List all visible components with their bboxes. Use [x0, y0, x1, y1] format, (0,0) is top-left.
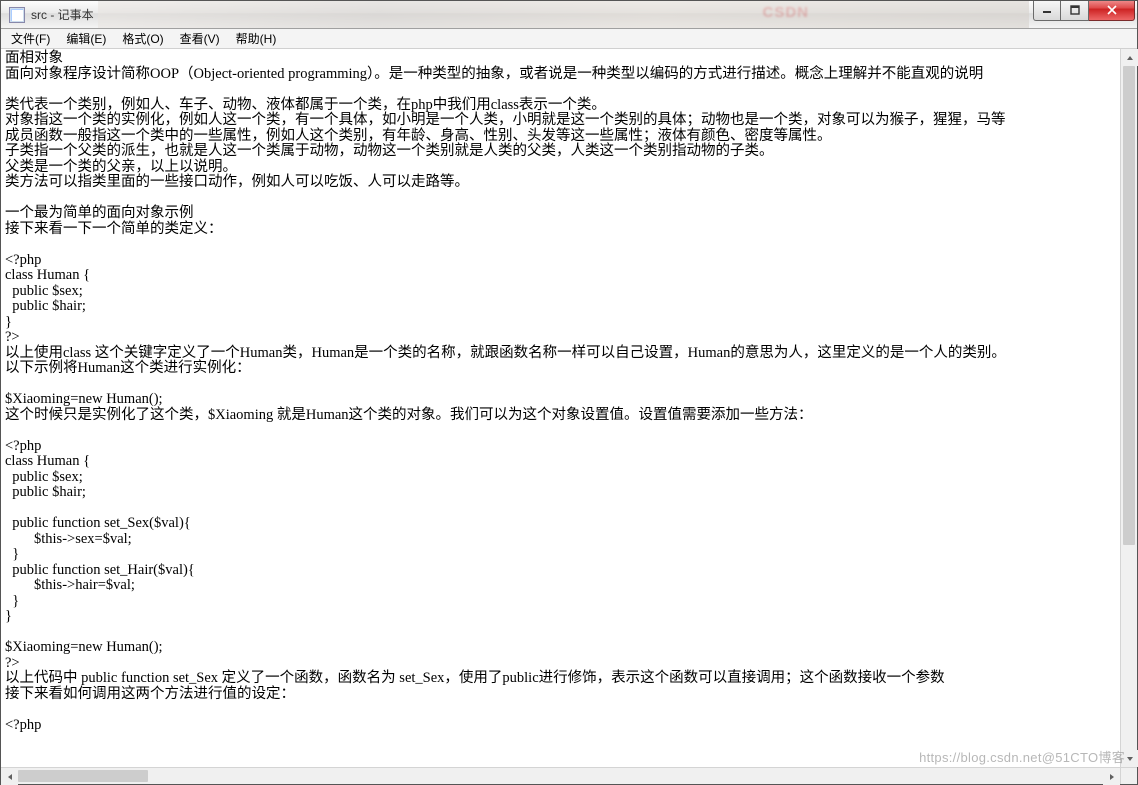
menu-view[interactable]: 查看(V) — [172, 29, 228, 48]
scroll-up-button[interactable] — [1121, 49, 1138, 66]
notepad-window: src - 记事本 文件(F) 编辑(E) 格式(O) 查看(V) 帮助(H) … — [1, 1, 1137, 784]
vertical-scrollbar[interactable] — [1120, 49, 1137, 767]
aero-glass-area — [98, 1, 1029, 28]
menu-format[interactable]: 格式(O) — [114, 29, 171, 48]
vertical-scroll-thumb[interactable] — [1123, 66, 1135, 545]
editor-area: 面相对象 面向对象程序设计简称OOP（Object-oriented progr… — [1, 49, 1137, 784]
notepad-icon — [9, 7, 25, 23]
window-title: src - 记事本 — [31, 6, 94, 23]
scroll-corner — [1120, 767, 1137, 784]
title-bar[interactable]: src - 记事本 — [1, 1, 1137, 29]
text-content[interactable]: 面相对象 面向对象程序设计简称OOP（Object-oriented progr… — [1, 49, 1120, 767]
horizontal-scrollbar[interactable] — [1, 767, 1120, 784]
scroll-down-button[interactable] — [1121, 750, 1138, 767]
scroll-left-button[interactable] — [1, 768, 18, 785]
menu-file[interactable]: 文件(F) — [3, 29, 58, 48]
horizontal-scroll-thumb[interactable] — [18, 770, 148, 782]
caret-up-icon — [1126, 54, 1134, 62]
vertical-scroll-track[interactable] — [1121, 66, 1137, 750]
maximize-button[interactable] — [1061, 1, 1089, 21]
close-icon — [1107, 5, 1117, 15]
menu-help[interactable]: 帮助(H) — [228, 29, 285, 48]
caret-right-icon — [1108, 773, 1116, 781]
window-control-buttons — [1033, 1, 1135, 21]
caret-left-icon — [6, 773, 14, 781]
close-button[interactable] — [1089, 1, 1135, 21]
minimize-button[interactable] — [1033, 1, 1061, 21]
menu-edit[interactable]: 编辑(E) — [58, 29, 114, 48]
maximize-icon — [1070, 5, 1080, 15]
scroll-right-button[interactable] — [1103, 768, 1120, 785]
horizontal-scroll-track[interactable] — [18, 768, 1103, 784]
caret-down-icon — [1126, 755, 1134, 763]
menu-bar: 文件(F) 编辑(E) 格式(O) 查看(V) 帮助(H) — [1, 29, 1137, 49]
minimize-icon — [1042, 5, 1052, 15]
